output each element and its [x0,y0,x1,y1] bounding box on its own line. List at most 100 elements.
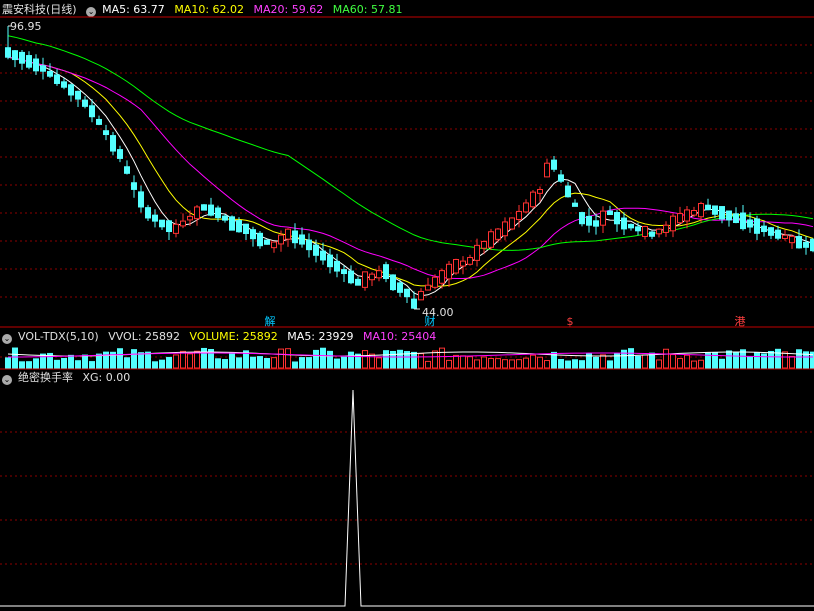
volume-bar [747,356,753,369]
candle-body [754,218,760,234]
volume-bar [320,347,326,369]
volume-bar [775,348,781,369]
volume-bar [376,357,382,369]
volume-bar [264,358,270,369]
candle-body [663,224,669,233]
candle-body [404,288,410,298]
volume-bar [271,357,277,369]
xg-indicator-line [0,389,814,607]
volume-bar [313,349,319,369]
candle-body [299,234,305,245]
candle-body [621,217,627,230]
candle-body [593,220,599,227]
candle-body [355,278,361,286]
candle-body [544,162,550,178]
candle-body [614,211,620,225]
volume-bar [439,347,445,369]
candle-body [348,270,354,284]
volume-bar [754,352,760,369]
volume-bar [124,357,130,369]
candle-body [40,65,46,72]
candle-body [509,217,515,230]
kline-chart[interactable]: 96.9544.00解财 $ 港 [0,0,814,611]
volume-bar [558,359,564,369]
volume-bar [572,359,578,369]
volume-bar [348,351,354,369]
volume-bar [138,352,144,369]
volume-bar [362,350,368,369]
candle-body [159,219,165,228]
candle-body [803,241,809,248]
volume-bar [201,347,207,369]
candle-body [89,105,95,118]
candle-body [642,226,648,237]
volume-bar [761,353,767,369]
candle-body [649,231,655,237]
volume-bar [5,357,11,369]
candle-body [467,257,473,265]
candle-body [684,209,690,222]
candle-body [369,273,375,281]
candle-body [565,185,571,198]
candle-body [229,216,235,231]
event-marker: 解 [265,314,276,328]
volume-bar [733,351,739,369]
candle-body [285,228,291,240]
candle-body [75,90,81,100]
volume-bar [418,353,424,369]
candle-body [117,149,123,159]
high-price-label: 96.95 [10,20,42,33]
candle-body [271,241,277,249]
candle-body [628,223,634,229]
volume-bar [691,360,697,369]
candle-body [411,298,417,309]
candle-body [551,159,557,170]
candle-body [775,229,781,239]
ma60-line [7,35,814,251]
candle-body [635,226,641,232]
candle-body [537,188,543,194]
candle-body [278,234,284,245]
volume-bar [173,354,179,369]
volume-bar [425,360,431,369]
volume-bar [446,359,452,369]
candle-body [180,220,186,227]
candle-body [145,207,151,219]
ma5-line [7,56,814,297]
candle-body [152,214,158,222]
volume-bar [593,356,599,369]
volume-bar [530,354,536,369]
candle-body [502,221,508,237]
candle-body [439,270,445,284]
volume-bar [68,354,74,369]
volume-bar [54,359,60,369]
volume-bar [635,355,641,369]
candle-body [341,269,347,275]
volume-bar [369,353,375,369]
candle-body [54,74,60,84]
candle-body [768,227,774,236]
candle-body [68,84,74,96]
volume-bar [278,348,284,369]
volume-bar [537,356,543,369]
candle-body [761,225,767,233]
candle-body [110,135,116,152]
volume-bar [334,358,340,369]
volume-bar [33,358,39,369]
candle-body [138,191,144,208]
volume-bar [796,349,802,369]
candle-body [698,203,704,218]
candle-body [194,206,200,220]
volume-bar [12,347,18,369]
candle-body [187,215,193,221]
volume-bar [166,356,172,369]
candle-body [292,230,298,244]
candle-body [733,213,739,223]
volume-bar [194,350,200,369]
volume-bar [145,351,151,369]
candle-body [96,118,102,125]
candle-body [726,210,732,221]
candle-body [719,206,725,220]
volume-bar [495,358,501,369]
candle-body [530,191,536,208]
